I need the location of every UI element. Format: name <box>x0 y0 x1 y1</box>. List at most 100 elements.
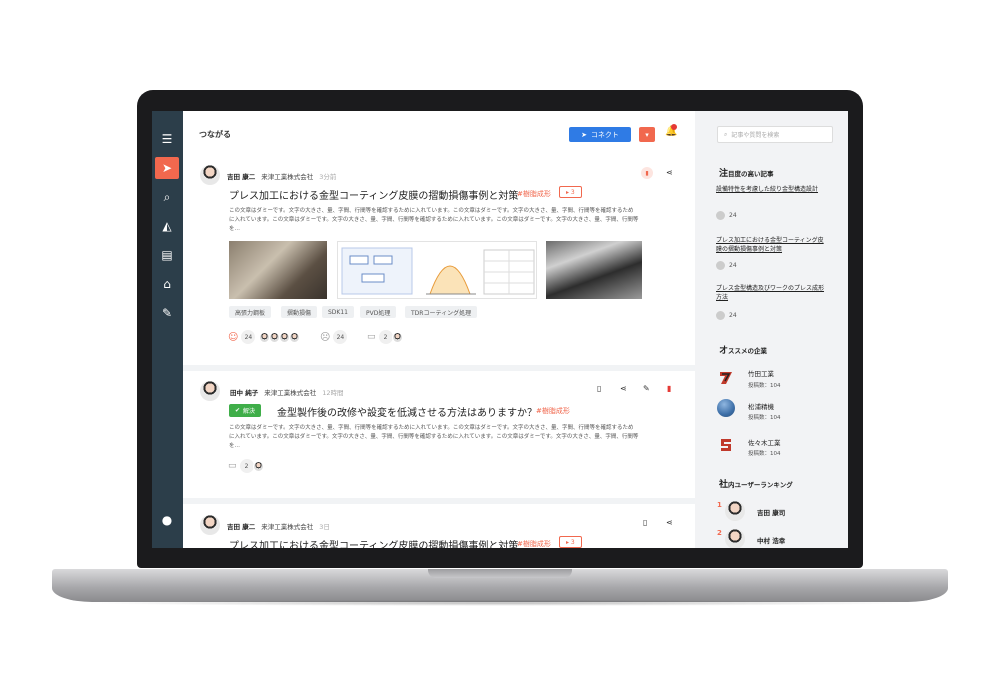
connect-button[interactable]: ➤ コネクト <box>569 127 631 142</box>
post-divider <box>183 498 695 504</box>
share-icon[interactable]: ⋖ <box>620 384 627 393</box>
rank-user-name[interactable]: 吉田 康司 <box>757 507 785 517</box>
post-card: 吉田 康二 来津工業株式会社 3日 ▯ ⋖ プレス加工における金型コーティング皮膜の… <box>183 505 695 548</box>
hot-article-link[interactable]: プレス加工における金型コーティング皮膜の摺動損傷事例と対策 <box>716 236 826 254</box>
company-name[interactable]: 佐々木工業 <box>748 437 781 447</box>
question-count: 24 <box>333 330 348 344</box>
edit-icon[interactable]: ✎ <box>643 384 650 393</box>
author-name: 吉田 康二 <box>227 173 256 181</box>
reactor-avatar <box>289 331 301 343</box>
company-name[interactable]: 松浦精機 <box>748 401 774 411</box>
tag-count: 3 <box>570 188 575 196</box>
keyword-chip[interactable]: SDK11 <box>322 306 354 318</box>
post-title[interactable]: プレス加工における金型コーティング皮膜の摺動損傷事例と対策 <box>229 537 518 548</box>
hot-article-link[interactable]: プレス金型構造及びワークのプレス成形方法 <box>716 284 826 302</box>
feed: 吉田 康二 来津工業株式会社 3分前 ▮ ⋖ プレス加工における金型コーティング皮膜… <box>183 155 695 548</box>
company-logo[interactable] <box>717 436 735 454</box>
hot-title-initial: 注 <box>719 169 729 179</box>
post-image-press[interactable] <box>546 241 642 299</box>
post-image-diagram[interactable] <box>337 241 537 299</box>
companies-title-initial: オ <box>719 346 729 356</box>
share-icon[interactable]: ⋖ <box>666 518 673 527</box>
comment-count: 2 <box>378 330 393 344</box>
author-company: 来津工業株式会社 <box>261 523 314 531</box>
solved-badge: ✔ 解決 <box>229 404 262 417</box>
category-tag[interactable]: #樹脂成形 <box>536 406 570 416</box>
avatar[interactable] <box>725 501 745 521</box>
keyword-chip[interactable]: 高張力鋼板 <box>229 306 272 318</box>
search-placeholder: 記事や質問を検索 <box>731 132 780 139</box>
tag-count-badge[interactable]: ▸ 3 <box>559 186 582 198</box>
comment-icon: ▭ <box>228 461 237 471</box>
company-logo[interactable] <box>717 399 735 417</box>
comment-reaction[interactable]: ▭ 2 <box>228 459 264 473</box>
company-logo[interactable] <box>717 369 735 387</box>
chat-icon[interactable]: ▤ <box>155 244 179 266</box>
post-title[interactable]: 金型製作後の改修や設変を低減させる方法はありますか？ <box>277 404 537 419</box>
account-icon[interactable]: ● <box>155 509 179 531</box>
post-author[interactable]: 吉田 康二 来津工業株式会社 3日 <box>227 521 330 531</box>
wrench-icon[interactable]: ✎ <box>155 302 179 324</box>
delete-icon[interactable]: ▮ <box>667 384 671 393</box>
question-reaction[interactable]: ☹ 24 <box>320 330 348 344</box>
search-icon[interactable]: ⌕ <box>155 186 179 208</box>
top-bar: つながる ➤ コネクト ▾ 🔔 <box>183 111 695 155</box>
user-ranking-title: 社内ユーザーランキング <box>719 477 793 490</box>
post-author[interactable]: 田中 純子 来津工業株式会社 12時間 <box>230 387 344 397</box>
like-count: 24 <box>241 330 256 344</box>
post-time: 3分前 <box>319 173 337 181</box>
ranking-title-initial: 社 <box>719 480 729 490</box>
hot-title-rest: 目度の高い記事 <box>728 170 774 178</box>
thinking-icon: ☹ <box>320 331 331 343</box>
menu-icon[interactable]: ☰ <box>155 128 179 150</box>
laptop-notch <box>428 569 572 578</box>
bookmark-icon[interactable]: ▯ <box>597 384 601 393</box>
search-input[interactable]: ⌕ 記事や質問を検索 <box>717 126 833 143</box>
avatar[interactable] <box>200 515 220 535</box>
company-name[interactable]: 竹田工業 <box>748 368 774 378</box>
category-tag[interactable]: #樹脂成形 <box>517 539 551 548</box>
connect-dropdown-button[interactable]: ▾ <box>639 127 655 142</box>
reaction-icon <box>716 261 725 270</box>
hot-articles-title: 注目度の高い記事 <box>719 166 774 179</box>
avatar[interactable] <box>200 381 220 401</box>
commenter-avatar <box>252 460 264 472</box>
companies-title-rest: ススメの企業 <box>728 347 768 355</box>
commenter-avatar <box>391 331 403 343</box>
comment-reaction[interactable]: ▭ 2 <box>367 330 403 344</box>
avatar[interactable] <box>200 165 220 185</box>
company-posts: 投稿数：104 <box>748 383 781 389</box>
company-posts: 投稿数：104 <box>748 451 781 457</box>
reaction-count: 24 <box>729 312 737 319</box>
bookmark-icon[interactable]: ▮ <box>641 167 653 179</box>
like-reaction[interactable]: ☺ 24 <box>228 330 301 344</box>
post-image-machine[interactable] <box>229 241 327 299</box>
diagram-figure <box>341 247 535 295</box>
share-icon[interactable]: ⋖ <box>666 168 673 177</box>
search-icon: ⌕ <box>724 130 728 138</box>
comment-icon: ▭ <box>367 332 376 342</box>
keyword-chip[interactable]: PVD処理 <box>360 306 397 318</box>
building-icon[interactable]: ⌂ <box>155 273 179 295</box>
rank-user-name[interactable]: 中村 浩幸 <box>757 535 785 545</box>
keyword-chip[interactable]: TDRコーティング処理 <box>405 306 478 318</box>
post-body: この文章はダミーです。文字の大きさ、量、字間、行間等を確認するために入れています… <box>229 208 639 232</box>
chart-icon[interactable]: ◭ <box>155 215 179 237</box>
hot-article-link[interactable]: 設備特性を考慮した絞り金型構造設計 <box>716 185 826 194</box>
check-icon: ✔ <box>235 407 241 414</box>
connect-label: コネクト <box>590 130 619 139</box>
tag-count: 3 <box>570 538 575 546</box>
reaction-icon <box>716 311 725 320</box>
notification-badge <box>671 124 677 130</box>
tag-count-badge[interactable]: ▸ 3 <box>559 536 582 548</box>
post-author[interactable]: 吉田 康二 来津工業株式会社 3分前 <box>227 171 336 181</box>
send-icon[interactable]: ➤ <box>155 157 179 179</box>
rank-number: 2 <box>717 529 722 537</box>
keyword-chip[interactable]: 摺動損傷 <box>281 306 318 318</box>
avatar[interactable] <box>725 529 745 548</box>
post-title[interactable]: プレス加工における金型コーティング皮膜の摺動損傷事例と対策 <box>229 187 518 202</box>
page-title: つながる <box>199 130 231 139</box>
post-card: 田中 純子 来津工業株式会社 12時間 ▯ ⋖ ✎ ▮ ✔ 解決 金型製作後の改修や設… <box>183 371 695 491</box>
bookmark-icon[interactable]: ▯ <box>643 518 647 527</box>
category-tag[interactable]: #樹脂成形 <box>517 189 551 199</box>
